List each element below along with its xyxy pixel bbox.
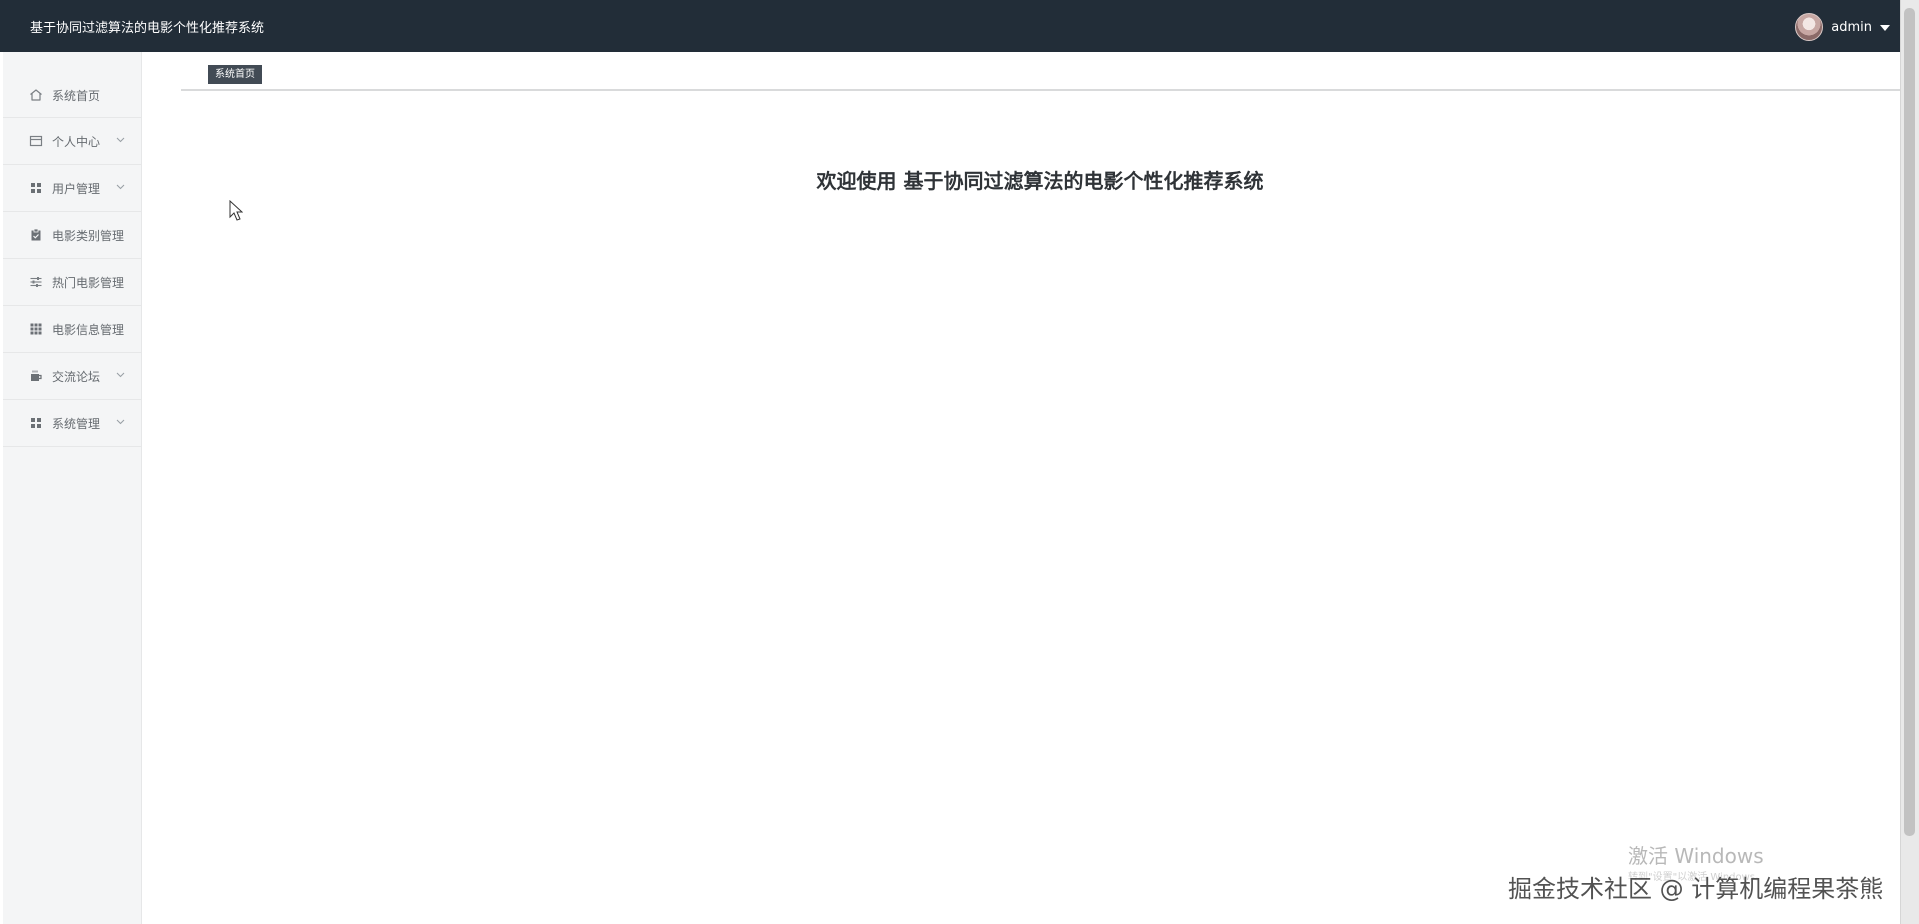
sidebar-item-movie-category[interactable]: 电影类别管理 [3, 212, 141, 259]
sidebar-item-system-management[interactable]: 系统管理 [3, 400, 141, 447]
grid-icon [29, 181, 43, 195]
sidebar-item-label: 交流论坛 [52, 369, 101, 384]
coffee-icon [29, 369, 43, 383]
sidebar-item-hot-movies[interactable]: 热门电影管理 [3, 259, 141, 306]
sidebar-item-home[interactable]: 系统首页 [3, 73, 141, 118]
avatar[interactable] [1795, 13, 1824, 41]
system-title: 基于协同过滤算法的电影个性化推荐系统 [30, 21, 265, 36]
sidebar-item-personal-center[interactable]: 个人中心 [3, 118, 141, 165]
mouse-cursor-icon [229, 200, 243, 221]
sliders-icon [29, 275, 43, 289]
vertical-scrollbar[interactable] [1900, 0, 1919, 924]
grid-icon [29, 416, 43, 430]
scrollbar-thumb[interactable] [1904, 8, 1915, 836]
top-navbar: 基于协同过滤算法的电影个性化推荐系统 admin [0, 0, 1900, 52]
sidebar-item-forum[interactable]: 交流论坛 [3, 353, 141, 400]
windows-activation-title: 激活 Windows [1628, 844, 1764, 868]
chevron-down-icon [116, 182, 125, 191]
sidebar-item-label: 系统管理 [52, 416, 101, 431]
clipboard-icon [29, 228, 43, 242]
app-window: 基于协同过滤算法的电影个性化推荐系统 admin 系统首页 个人中心 用户管理 … [0, 0, 1919, 924]
apps-icon [29, 322, 43, 336]
home-icon [29, 88, 43, 102]
sidebar-item-user-management[interactable]: 用户管理 [3, 165, 141, 212]
sidebar-item-label: 系统首页 [52, 88, 101, 103]
chevron-down-icon[interactable] [1880, 24, 1890, 31]
chevron-down-icon [116, 370, 125, 379]
chevron-down-icon [116, 135, 125, 144]
wallet-icon [29, 134, 43, 148]
tab-bar-divider [181, 89, 1900, 91]
user-menu[interactable]: admin [1795, 13, 1890, 41]
username[interactable]: admin [1831, 20, 1872, 35]
sidebar-item-label: 用户管理 [52, 181, 101, 196]
sidebar: 系统首页 个人中心 用户管理 电影类别管理 热门电影管理 电影信息管理 交流论坛… [3, 52, 142, 924]
sidebar-item-label: 电影类别管理 [52, 228, 125, 243]
chevron-down-icon [116, 417, 125, 426]
welcome-heading: 欢迎使用 基于协同过滤算法的电影个性化推荐系统 [816, 169, 1264, 193]
watermark-text: 掘金技术社区 @ 计算机编程果茶熊 [1508, 875, 1884, 903]
sidebar-item-movie-info[interactable]: 电影信息管理 [3, 306, 141, 353]
sidebar-item-label: 电影信息管理 [52, 322, 125, 337]
sidebar-item-label: 个人中心 [52, 134, 101, 149]
tab-home[interactable]: 系统首页 [208, 65, 262, 84]
sidebar-item-label: 热门电影管理 [52, 275, 125, 290]
